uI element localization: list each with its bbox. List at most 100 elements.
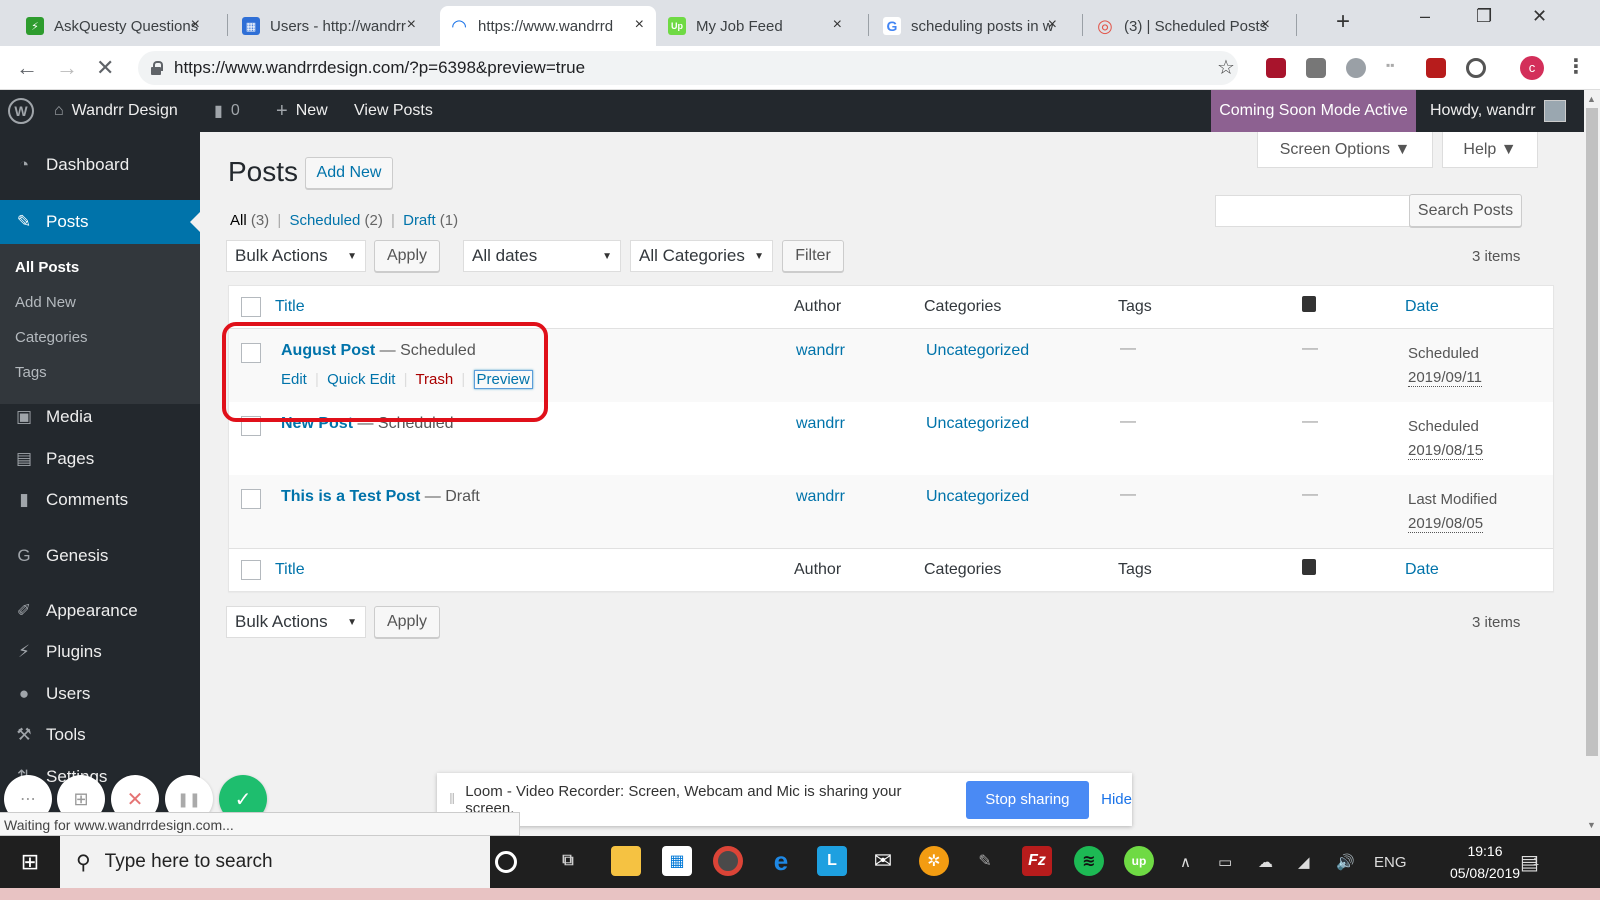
sidebar-item-pages[interactable]: ▤ Pages — [0, 439, 200, 479]
system-clock[interactable]: 19:16 05/08/2019 — [1440, 840, 1530, 884]
new-tab-button[interactable]: + — [1336, 8, 1350, 36]
comment-bubble-icon[interactable] — [1302, 296, 1316, 312]
chrome-icon[interactable] — [713, 846, 743, 876]
close-tab-icon[interactable]: × — [191, 16, 200, 34]
restore-button[interactable]: ❐ — [1476, 6, 1492, 27]
notification-center-icon[interactable]: ▤ 1 — [1520, 836, 1539, 888]
column-title[interactable]: Title — [275, 561, 305, 579]
sidebar-item-users[interactable]: ● Users — [0, 674, 200, 714]
close-tab-icon[interactable]: × — [833, 16, 842, 34]
author-link[interactable]: wandrr — [796, 488, 845, 506]
category-link[interactable]: Uncategorized — [926, 342, 1029, 360]
submenu-add-new[interactable]: Add New — [15, 294, 76, 311]
spotify-icon[interactable]: ≋ — [1074, 846, 1104, 876]
windows-start-icon[interactable]: ⊞ — [0, 836, 60, 888]
sidebar-item-comments[interactable]: ▮ Comments — [0, 480, 200, 520]
loom-extension-icon[interactable] — [1466, 58, 1486, 78]
close-tab-icon[interactable]: × — [1048, 16, 1057, 34]
store-icon[interactable]: ▦ — [662, 846, 692, 876]
show-hidden-icons[interactable]: ∧ — [1180, 836, 1191, 888]
upwork-app-icon[interactable]: up — [1124, 846, 1154, 876]
author-link[interactable]: wandrr — [796, 415, 845, 433]
submenu-tags[interactable]: Tags — [15, 364, 47, 381]
drag-handle-icon[interactable]: ‖ — [449, 791, 455, 808]
forward-button[interactable]: → — [56, 55, 78, 81]
help-extension-icon[interactable] — [1346, 58, 1366, 78]
select-all-checkbox[interactable] — [241, 560, 261, 580]
bulk-actions-select-bottom[interactable]: Bulk Actions — [226, 606, 366, 638]
filezilla-icon[interactable]: Fz — [1022, 846, 1052, 876]
bookmark-star-icon[interactable]: ☆ — [1217, 55, 1235, 80]
apply-button[interactable]: Apply — [374, 240, 440, 272]
close-tab-icon[interactable]: × — [1261, 16, 1270, 34]
hide-button[interactable]: Hide — [1101, 791, 1132, 808]
add-new-post-button[interactable]: Add New — [305, 157, 393, 189]
sidebar-item-genesis[interactable]: G Genesis — [0, 536, 200, 576]
mail-icon[interactable]: ✉ — [868, 846, 898, 876]
browser-menu-icon[interactable]: ⋮ — [1566, 54, 1586, 79]
edge-icon[interactable]: e — [766, 846, 796, 876]
tab-askquesty[interactable]: ⚡ AskQuesty Questions × — [16, 6, 212, 46]
file-explorer-icon[interactable] — [611, 846, 641, 876]
account-menu[interactable]: Howdy, wandrr — [1430, 90, 1566, 132]
wifi-icon[interactable]: ◢ — [1298, 836, 1310, 888]
dates-filter-select[interactable]: All dates — [463, 240, 621, 272]
close-tab-icon[interactable]: × — [407, 16, 416, 34]
scrollbar-thumb[interactable] — [1586, 108, 1598, 756]
view-posts-link[interactable]: View Posts — [354, 90, 433, 132]
address-bar[interactable]: https://www.wandrrdesign.com/?p=6398&pre… — [138, 51, 1238, 85]
select-all-checkbox[interactable] — [241, 297, 261, 317]
onedrive-icon[interactable]: ☁ — [1258, 836, 1273, 888]
flash-extension-icon[interactable] — [1426, 58, 1446, 78]
tab-active-preview[interactable]: ◠ https://www.wandrrd × — [440, 6, 656, 46]
column-title[interactable]: Title — [275, 298, 305, 316]
filter-draft[interactable]: Draft (1) — [403, 212, 458, 229]
taskbar-search-box[interactable]: ⚲ Type here to search — [60, 836, 490, 888]
profile-avatar[interactable]: c — [1520, 56, 1544, 80]
sidebar-item-appearance[interactable]: ✐ Appearance — [0, 591, 200, 631]
coming-soon-badge[interactable]: Coming Soon Mode Active — [1211, 90, 1416, 132]
page-scrollbar[interactable]: ▲ ▼ — [1584, 90, 1600, 836]
minimize-button[interactable]: – — [1420, 6, 1430, 27]
search-posts-input[interactable] — [1215, 195, 1431, 227]
back-button[interactable]: ← — [16, 55, 38, 81]
wordpress-logo-icon[interactable]: W — [8, 90, 34, 132]
submenu-categories[interactable]: Categories — [15, 329, 88, 346]
language-indicator[interactable]: ENG — [1374, 836, 1407, 888]
task-view-icon[interactable]: ⧉ — [553, 846, 583, 876]
tab-users[interactable]: ▦ Users - http://wandrr × — [232, 6, 428, 46]
search-posts-button[interactable]: Search Posts — [1409, 194, 1522, 227]
tab-google-search[interactable]: G scheduling posts in w × — [873, 6, 1069, 46]
gimp-icon[interactable]: ✎ — [970, 846, 1000, 876]
tab-my-job-feed[interactable]: Up My Job Feed × — [658, 6, 854, 46]
comments-link[interactable]: ▮ 0 — [214, 90, 240, 132]
sidebar-item-dashboard[interactable]: ◔ Dashboard — [0, 145, 200, 185]
filter-scheduled[interactable]: Scheduled (2) — [289, 212, 382, 229]
stop-loading-button[interactable]: ✕ — [96, 55, 114, 81]
help-button[interactable]: Help ▼ — [1442, 132, 1538, 168]
apply-button-bottom[interactable]: Apply — [374, 606, 440, 638]
sidebar-item-tools[interactable]: ⚒ Tools — [0, 715, 200, 755]
volume-icon[interactable]: 🔊 — [1336, 836, 1355, 888]
site-name-link[interactable]: ⌂ Wandrr Design — [54, 90, 178, 132]
battery-icon[interactable]: ▭ — [1218, 836, 1232, 888]
sidebar-item-media[interactable]: ▣ Media — [0, 397, 200, 437]
ublock-extension-icon[interactable] — [1266, 58, 1286, 78]
l-app-icon[interactable]: L — [817, 846, 847, 876]
screen-options-button[interactable]: Screen Options ▼ — [1257, 132, 1433, 168]
submenu-all-posts[interactable]: All Posts — [15, 259, 79, 276]
stop-sharing-button[interactable]: Stop sharing — [965, 780, 1090, 819]
categories-filter-select[interactable]: All Categories — [630, 240, 773, 272]
filter-all[interactable]: All (3) — [230, 212, 269, 229]
sidebar-item-plugins[interactable]: ⚡ Plugins — [0, 632, 200, 672]
tab-scheduled-posts[interactable]: ◎ (3) | Scheduled Posts × — [1086, 6, 1282, 46]
comment-bubble-icon[interactable] — [1302, 559, 1316, 575]
post-title-link[interactable]: This is a Test Post — Draft — [281, 488, 480, 506]
column-date[interactable]: Date — [1405, 561, 1439, 579]
settings-app-icon[interactable]: ✲ — [919, 846, 949, 876]
category-link[interactable]: Uncategorized — [926, 488, 1029, 506]
category-link[interactable]: Uncategorized — [926, 415, 1029, 433]
row-checkbox[interactable] — [241, 489, 261, 509]
bulk-actions-select[interactable]: Bulk Actions — [226, 240, 366, 272]
new-content-link[interactable]: + New — [276, 90, 328, 132]
